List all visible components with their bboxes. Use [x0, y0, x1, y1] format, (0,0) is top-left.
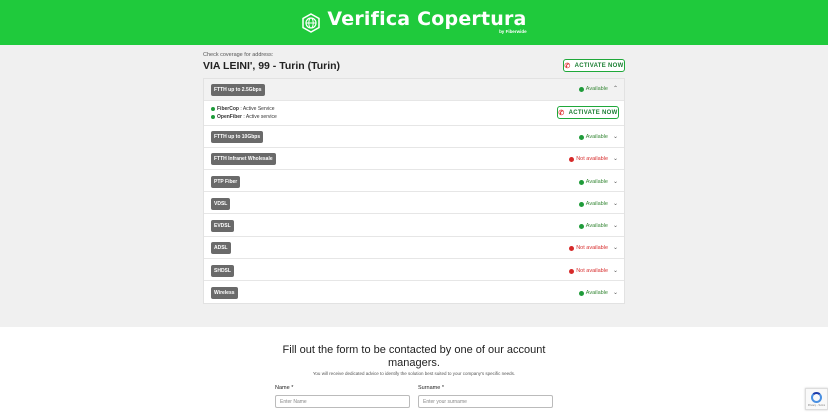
provider-state: : Active service	[242, 114, 277, 120]
status-text: Available	[585, 290, 608, 296]
service-tag: EVDSL	[211, 220, 234, 232]
status-indicator: Available	[578, 179, 608, 185]
service-details-ftth-2-5gbps: FiberCop : Active Service OpenFiber : Ac…	[204, 101, 624, 126]
provider-name: FiberCop	[217, 106, 239, 112]
service-row-vdsl[interactable]: VDSL Available ⌄	[204, 192, 624, 214]
status-dot-icon	[578, 223, 584, 229]
brand-title: Verifica Copertura	[327, 8, 527, 31]
service-tag: SHDSL	[211, 265, 234, 277]
status-text: Available	[585, 179, 608, 185]
service-tag: VDSL	[211, 198, 231, 210]
status-text: Available	[585, 86, 608, 92]
address-value: VIA LEINI', 99 - Turin (Turin)	[203, 60, 341, 72]
provider-state: : Active Service	[238, 106, 275, 112]
contact-form-section: Fill out the form to be contacted by one…	[0, 327, 828, 413]
recaptcha-text: Privacy - Terms	[807, 403, 826, 407]
form-title: Fill out the form to be contacted by one…	[282, 344, 546, 369]
service-row-ftth-infranet-wholesale[interactable]: FTTH Infranet Wholesale Not available ⌄	[204, 148, 624, 170]
chevron-down-icon[interactable]: ⌄	[613, 244, 618, 251]
service-row-wireless[interactable]: Wireless Available ⌄	[204, 281, 624, 303]
provider-name: OpenFiber	[217, 114, 243, 120]
activate-now-label: ACTIVATE NOW	[574, 62, 624, 69]
status-text: Not available	[576, 245, 608, 251]
chevron-down-icon[interactable]: ⌄	[613, 289, 618, 296]
chevron-down-icon[interactable]: ⌄	[613, 133, 618, 140]
activate-now-label: ACTIVATE NOW	[568, 109, 618, 116]
provider-item: OpenFiber : Active service	[211, 114, 277, 120]
name-label: Name *	[275, 385, 294, 391]
status-dot-icon	[578, 290, 584, 296]
globe-logo-icon	[302, 12, 321, 33]
address-label: Check coverage for address:	[203, 52, 274, 58]
status-dot-icon	[569, 245, 575, 251]
chevron-down-icon[interactable]: ⌄	[613, 267, 618, 274]
chevron-down-icon[interactable]: ⌄	[613, 155, 618, 162]
service-row-ftth-2-5gbps[interactable]: FTTH up to 2.5Gbps Available ⌃	[204, 79, 624, 101]
name-input[interactable]: Enter Name	[275, 395, 410, 408]
service-tag: Wireless	[211, 287, 238, 299]
status-indicator: Available	[578, 201, 608, 207]
provider-item: FiberCop : Active Service	[211, 106, 275, 112]
status-text: Not available	[576, 156, 608, 162]
status-dot-icon	[569, 268, 575, 274]
phone-icon: ✆	[564, 62, 571, 70]
status-text: Available	[585, 134, 608, 140]
recaptcha-icon	[811, 391, 822, 403]
address-block: Check coverage for address: VIA LEINI', …	[203, 52, 340, 72]
status-indicator: Available	[578, 86, 608, 92]
status-indicator: Available	[578, 134, 608, 140]
status-text: Not available	[576, 268, 608, 274]
surname-input[interactable]: Enter your surname	[418, 395, 553, 408]
service-tag: PTP Fiber	[211, 176, 241, 188]
service-row-ptp-fiber[interactable]: PTP Fiber Available ⌄	[204, 170, 624, 192]
status-dot-icon	[578, 134, 584, 140]
service-row-evdsl[interactable]: EVDSL Available ⌄	[204, 214, 624, 237]
service-row-ftth-10gbps[interactable]: FTTH up to 10Gbps Available ⌄	[204, 126, 624, 148]
status-indicator: Not available	[569, 245, 608, 251]
form-subtitle: You will receive dedicated advice to ide…	[312, 371, 516, 376]
service-tag: FTTH Infranet Wholesale	[211, 153, 276, 165]
status-text: Available	[585, 201, 608, 207]
service-tag: FTTH up to 2.5Gbps	[211, 84, 265, 96]
activate-now-button[interactable]: ✆ ACTIVATE NOW	[563, 59, 625, 72]
status-indicator: Available	[578, 290, 608, 296]
header-bar: Verifica Copertura by Fiberwide	[0, 0, 828, 45]
service-row-adsl[interactable]: ADSL Not available ⌄	[204, 237, 624, 259]
recaptcha-badge[interactable]: Privacy - Terms	[805, 388, 828, 410]
status-dot-icon	[578, 201, 584, 207]
brand-logo[interactable]: Verifica Copertura by Fiberwide	[301, 8, 527, 35]
service-row-shdsl[interactable]: SHDSL Not available ⌄	[204, 259, 624, 281]
chevron-down-icon[interactable]: ⌄	[613, 178, 618, 185]
brand-subtitle: by Fiberwide	[499, 29, 527, 35]
status-indicator: Not available	[569, 156, 608, 162]
status-dot-icon	[578, 86, 584, 92]
status-dot-icon	[211, 106, 215, 111]
service-tag: ADSL	[211, 242, 231, 254]
chevron-up-icon[interactable]: ⌃	[613, 85, 618, 92]
status-dot-icon	[211, 114, 215, 119]
chevron-down-icon[interactable]: ⌄	[613, 222, 618, 229]
activate-now-button[interactable]: ✆ ACTIVATE NOW	[557, 106, 619, 119]
status-indicator: Available	[578, 223, 608, 229]
status-dot-icon	[578, 179, 584, 185]
status-indicator: Not available	[569, 268, 608, 274]
status-text: Available	[585, 223, 608, 229]
phone-icon: ✆	[558, 109, 565, 117]
service-tag: FTTH up to 10Gbps	[211, 131, 264, 143]
services-panel: FTTH up to 2.5Gbps Available ⌃ FiberCop …	[203, 78, 625, 304]
status-dot-icon	[569, 156, 575, 162]
chevron-down-icon[interactable]: ⌄	[613, 200, 618, 207]
surname-label: Surname *	[418, 385, 444, 391]
